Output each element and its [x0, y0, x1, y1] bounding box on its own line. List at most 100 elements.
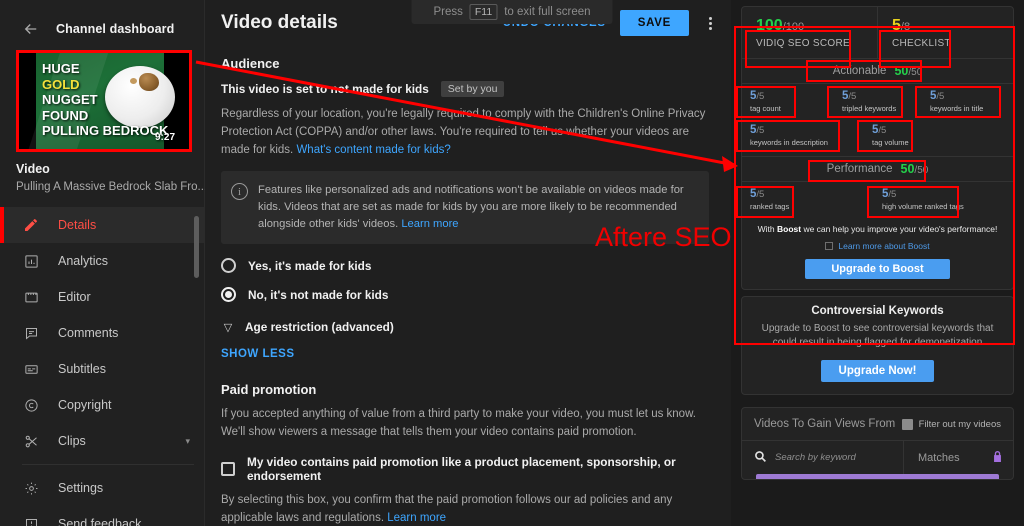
paid-promotion-checkbox-label: My video contains paid promotion like a …	[247, 455, 676, 483]
radio-not-made-for-kids[interactable]: No, it's not made for kids	[221, 287, 709, 302]
gain-views-title: Videos To Gain Views From	[754, 418, 896, 430]
save-button[interactable]: SAVE	[619, 10, 689, 36]
fullscreen-hint-before: Press	[433, 6, 463, 18]
metric-tag-count: 5/5 tag count	[750, 90, 781, 113]
pencil-icon	[22, 216, 40, 234]
subtitles-icon	[22, 360, 40, 378]
left-sidebar: Channel dashboard HUGE GOLD NUGGET FOUND…	[0, 0, 208, 526]
paid-promotion-footnote: By selecting this box, you confirm that …	[221, 491, 709, 526]
details-form: Audience This video is set to not made f…	[205, 46, 725, 526]
performance-value-wrap: 50/50	[901, 162, 929, 176]
sidebar-item-subtitles[interactable]: Subtitles	[0, 351, 204, 387]
sidebar-item-settings[interactable]: Settings	[0, 470, 204, 506]
radio-no-indicator[interactable]	[221, 287, 236, 302]
sidebar-item-label-copyright: Copyright	[58, 398, 112, 412]
video-thumbnail[interactable]: HUGE GOLD NUGGET FOUND PULLING BEDROCK 9…	[16, 50, 192, 152]
sidebar-item-label-comments: Comments	[58, 326, 119, 340]
gear-icon	[22, 479, 40, 497]
radio-made-for-kids[interactable]: Yes, it's made for kids	[221, 258, 709, 273]
performance-label: Performance	[826, 163, 893, 175]
checklist-cell: 5/8 CHECKLIST	[877, 7, 1013, 58]
boost-learn-more-link[interactable]: Learn more about Boost	[742, 241, 1013, 251]
sidebar-item-editor[interactable]: Editor	[0, 279, 204, 315]
sidebar-item-details[interactable]: Details	[0, 207, 204, 243]
fullscreen-hint-after: to exit full screen	[504, 6, 591, 18]
thumbnail-line-1: HUGE	[42, 61, 80, 76]
gain-views-header: Videos To Gain Views From Filter out my …	[742, 408, 1013, 440]
upgrade-now-button[interactable]: Upgrade Now!	[820, 360, 935, 382]
comment-bubble-icon	[22, 324, 40, 342]
upgrade-to-boost-button[interactable]: Upgrade to Boost	[805, 259, 950, 279]
coppa-paragraph-text: Regardless of your location, you're lega…	[221, 108, 706, 156]
actionable-value-wrap: 50/50	[894, 64, 922, 78]
thumbnail-line-4: FOUND	[42, 107, 89, 123]
sidebar-item-send-feedback[interactable]: Send feedback	[0, 506, 204, 526]
chevron-down-icon: ▽	[223, 321, 233, 334]
metric-tag-volume: 5/5 tag volume	[872, 124, 909, 147]
metric-high-volume-ranked-tags-max: /5	[888, 189, 897, 200]
sidebar-item-label-editor: Editor	[58, 290, 91, 304]
metric-tag-count-max: /5	[756, 91, 765, 102]
bar-chart-icon	[22, 252, 40, 270]
performance-value: 50	[900, 162, 915, 176]
coppa-paragraph: Regardless of your location, you're lega…	[221, 105, 709, 159]
video-title: Pulling A Massive Bedrock Slab Fro...	[16, 181, 208, 193]
sidebar-item-clips[interactable]: Clips ▾	[0, 423, 204, 459]
actionable-metrics: 5/5 tag count 5/5 tripled keywords 5/5 k…	[742, 84, 1013, 156]
sidebar-item-analytics[interactable]: Analytics	[0, 243, 204, 279]
filter-label: Filter out my videos	[918, 418, 1001, 430]
controversial-keywords-title: Controversial Keywords	[811, 305, 944, 317]
age-restriction-toggle[interactable]: ▽ Age restriction (advanced)	[221, 320, 709, 334]
sidebar-scrollbar[interactable]	[194, 216, 199, 278]
audience-status-text: This video is set to not made for kids	[221, 82, 429, 96]
radio-yes-label: Yes, it's made for kids	[248, 258, 372, 273]
paid-promotion-checkbox-row[interactable]: My video contains paid promotion like a …	[221, 455, 709, 483]
search-icon	[754, 450, 767, 466]
main-content: Video details UNDO CHANGES SAVE Audience…	[205, 0, 731, 526]
metric-tag-volume-label: tag volume	[872, 138, 909, 147]
sidebar-item-label-send-feedback: Send feedback	[58, 517, 142, 526]
filter-checkbox[interactable]	[901, 418, 913, 430]
chevron-down-icon: ▾	[185, 435, 190, 446]
matches-label: Matches	[918, 451, 960, 464]
metric-high-volume-ranked-tags: 5/5 high volume ranked tags	[882, 188, 964, 211]
seo-score-label: VIDIQ SEO SCORE	[756, 38, 850, 49]
back-arrow-icon[interactable]	[22, 20, 40, 38]
channel-dashboard-label[interactable]: Channel dashboard	[56, 22, 174, 36]
kids-info-learn-more-link[interactable]: Learn more	[401, 218, 458, 230]
audience-heading: Audience	[221, 56, 280, 71]
sidebar-item-label-settings: Settings	[58, 481, 104, 495]
lock-icon	[992, 450, 1003, 466]
boost-note-post: we can help you improve your video's per…	[801, 224, 998, 234]
vidiq-score-card: 100/100 VIDIQ SEO SCORE 5/8 CHECKLIST Ac…	[741, 6, 1014, 290]
checklist-label: CHECKLIST	[892, 38, 951, 49]
kebab-menu-icon[interactable]	[703, 15, 717, 32]
metric-keywords-in-title: 5/5 keywords in title	[930, 90, 983, 113]
gain-views-progress-bar	[756, 474, 999, 479]
metric-ranked-tags-label: ranked tags	[750, 202, 790, 211]
boost-learn-more-label: Learn more about Boost	[838, 241, 930, 251]
seo-score-max: /100	[782, 21, 805, 33]
filter-out-my-videos-toggle[interactable]: Filter out my videos	[901, 418, 1001, 430]
coppa-learn-link[interactable]: What's content made for kids?	[296, 144, 450, 156]
metric-keywords-in-description-label: keywords in description	[750, 138, 828, 147]
metric-high-volume-ranked-tags-label: high volume ranked tags	[882, 202, 964, 211]
metric-tripled-keywords-label: tripled keywords	[842, 104, 897, 113]
metric-tripled-keywords-max: /5	[848, 91, 857, 102]
sidebar-item-comments[interactable]: Comments	[0, 315, 204, 351]
sidebar-header: Channel dashboard	[0, 0, 204, 44]
sidebar-item-label-subtitles: Subtitles	[58, 362, 106, 376]
paid-promotion-learn-more-link[interactable]: Learn more	[387, 512, 446, 524]
sidebar-item-label-details: Details	[58, 218, 97, 232]
fullscreen-hint-banner: Press F11 to exit full screen	[411, 0, 613, 24]
keyword-search-field[interactable]: Search by keyword	[742, 450, 903, 466]
paid-promotion-checkbox[interactable]	[221, 462, 235, 476]
seo-score-cell: 100/100 VIDIQ SEO SCORE	[742, 7, 877, 58]
paid-promotion-footnote-text: By selecting this box, you confirm that …	[221, 494, 673, 524]
sidebar-item-copyright[interactable]: Copyright	[0, 387, 204, 423]
checklist-value-wrap: 5/8	[892, 17, 1013, 35]
annotation-text: Aftere SEO score	[595, 222, 731, 252]
sidebar-item-label-analytics: Analytics	[58, 254, 109, 268]
radio-yes-indicator[interactable]	[221, 258, 236, 273]
show-less-button[interactable]: SHOW LESS	[221, 348, 709, 360]
